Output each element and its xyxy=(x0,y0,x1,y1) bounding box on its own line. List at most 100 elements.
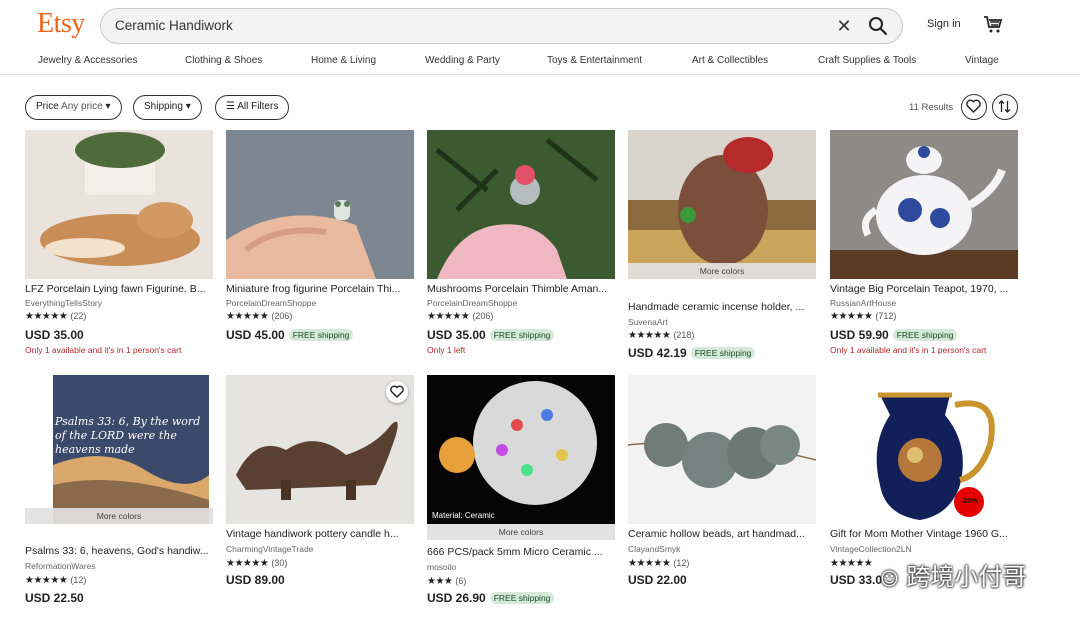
product-image[interactable] xyxy=(25,130,213,279)
rating: ★★★★★ (22) xyxy=(25,311,87,322)
rating: ★★★★★ (206) xyxy=(427,311,494,322)
discount-badge: -20% xyxy=(954,487,984,517)
heart-icon[interactable] xyxy=(961,94,987,120)
stars-icon: ★★★★★ xyxy=(25,575,68,586)
product-title[interactable]: 666 PCS/pack 5mm Micro Ceramic ... xyxy=(427,546,615,558)
product-card[interactable]: More colors Handmade ceramic incense hol… xyxy=(628,130,816,360)
shop-name: EverythingTellsStory xyxy=(25,298,103,308)
price: USD 42.19 FREE shipping xyxy=(628,346,756,360)
more-colors-label: More colors xyxy=(25,508,213,524)
shop-name: RussianArtHouse xyxy=(830,298,897,308)
etsy-logo[interactable]: Etsy xyxy=(37,8,85,40)
favorite-heart-icon[interactable] xyxy=(386,381,408,403)
product-image[interactable] xyxy=(226,375,414,524)
rating: ★★★★★ (206) xyxy=(226,311,293,322)
stars-icon: ★★★★★ xyxy=(25,311,68,322)
category-home[interactable]: Home & Living xyxy=(311,55,376,66)
search-bar[interactable]: Ceramic Handiwork ✕ xyxy=(100,8,903,44)
product-title[interactable]: Gift for Mom Mother Vintage 1960 G... xyxy=(830,528,1018,540)
price: USD 22.00 xyxy=(628,573,687,587)
stars-icon: ★★★★★ xyxy=(226,558,269,569)
product-card[interactable]: Material: Ceramic More colors 666 PCS/pa… xyxy=(427,375,615,610)
sign-in-link[interactable]: Sign in xyxy=(927,18,961,30)
product-title[interactable]: LFZ Porcelain Lying fawn Figurine. B... xyxy=(25,283,213,295)
rating: ★★★★★ (712) xyxy=(830,311,897,322)
product-card[interactable]: Miniature frog figurine Porcelain Thi...… xyxy=(226,130,414,360)
rating: ★★★★★ (218) xyxy=(628,330,695,341)
rating: ★★★★★ (30) xyxy=(226,558,288,569)
product-image[interactable] xyxy=(427,130,615,279)
search-input[interactable]: Ceramic Handiwork xyxy=(115,18,233,33)
product-title[interactable]: Handmade ceramic incense holder, ... xyxy=(628,301,816,313)
product-title[interactable]: Ceramic hollow beads, art handmad... xyxy=(628,528,816,540)
price-filter[interactable]: Price Any price ▾ xyxy=(25,95,122,120)
stars-icon: ★★★★★ xyxy=(628,558,671,569)
free-shipping-badge: FREE shipping xyxy=(489,329,555,341)
price: USD 45.00 FREE shipping xyxy=(226,328,354,342)
category-clothing[interactable]: Clothing & Shoes xyxy=(185,55,262,66)
free-shipping-badge: FREE shipping xyxy=(892,329,958,341)
category-craft[interactable]: Craft Supplies & Tools xyxy=(818,55,916,66)
caret-down-icon: ▾ xyxy=(105,101,111,112)
stars-icon: ★★★★★ xyxy=(830,311,873,322)
price: USD 33.0 xyxy=(830,573,883,587)
category-vintage[interactable]: Vintage xyxy=(965,55,999,66)
product-image[interactable]: Psalms 33: 6, By the word of the LORD we… xyxy=(25,375,213,524)
product-image[interactable]: Material: Ceramic xyxy=(427,375,615,524)
product-card[interactable]: Vintage handiwork pottery candle h... Ch… xyxy=(226,375,414,605)
results-count: 11 Results xyxy=(909,102,954,113)
availability-note: Only 1 available and it's in 1 person's … xyxy=(830,345,987,355)
category-wedding[interactable]: Wedding & Party xyxy=(425,55,500,66)
sort-icon[interactable] xyxy=(992,94,1018,120)
product-title[interactable]: Vintage handiwork pottery candle h... xyxy=(226,528,414,540)
sliders-icon: ☰ xyxy=(226,101,235,112)
shipping-filter[interactable]: Shipping ▾ xyxy=(133,95,202,120)
watermark: ☺ 跨境小付哥 xyxy=(880,563,1027,591)
shop-name: PorcelainDreamShoppe xyxy=(427,298,518,308)
caret-down-icon: ▾ xyxy=(185,101,191,112)
price: USD 22.50 xyxy=(25,591,84,605)
product-card[interactable]: Mushrooms Porcelain Thimble Aman... Porc… xyxy=(427,130,615,360)
site-header: Etsy Ceramic Handiwork ✕ Sign in xyxy=(0,0,1080,50)
more-colors-label: More colors xyxy=(628,263,816,279)
product-image[interactable] xyxy=(226,130,414,279)
price: USD 26.90 FREE shipping xyxy=(427,591,555,605)
product-image[interactable] xyxy=(628,375,816,524)
search-icon[interactable] xyxy=(867,15,889,37)
shop-name: ReformationWares xyxy=(25,561,96,571)
product-title[interactable]: Vintage Big Porcelain Teapot, 1970, ... xyxy=(830,283,1018,295)
category-jewelry[interactable]: Jewelry & Accessories xyxy=(38,55,137,66)
product-title[interactable]: Miniature frog figurine Porcelain Thi... xyxy=(226,283,414,295)
category-art[interactable]: Art & Collectibles xyxy=(692,55,768,66)
shop-name: CharmingVintageTrade xyxy=(226,544,314,554)
product-card[interactable]: LFZ Porcelain Lying fawn Figurine. B... … xyxy=(25,130,213,360)
wechat-icon: ☺ xyxy=(880,569,899,590)
close-icon[interactable]: ✕ xyxy=(834,16,854,36)
category-toys[interactable]: Toys & Entertainment xyxy=(547,55,642,66)
product-card[interactable]: Ceramic hollow beads, art handmad... Cla… xyxy=(628,375,816,605)
free-shipping-badge: FREE shipping xyxy=(690,347,756,359)
price: USD 59.90 FREE shipping xyxy=(830,328,958,342)
shop-name: PorcelainDreamShoppe xyxy=(226,298,317,308)
shop-name: SuvenaArt xyxy=(628,317,668,327)
stars-icon: ★★★ xyxy=(427,576,453,587)
shop-name: ClayandSmyk xyxy=(628,544,681,554)
all-filters-button[interactable]: ☰ All Filters xyxy=(215,95,290,120)
price: USD 89.00 xyxy=(226,573,285,587)
product-image[interactable]: More colors xyxy=(628,130,816,279)
product-title[interactable]: Mushrooms Porcelain Thimble Aman... xyxy=(427,283,615,295)
product-image[interactable]: -20% xyxy=(830,375,1018,524)
shop-name: mosoilo xyxy=(427,562,457,572)
product-title[interactable]: Psalms 33: 6, heavens, God's handiw... xyxy=(25,545,213,557)
price: USD 35.00 FREE shipping xyxy=(427,328,555,342)
stars-icon: ★★★★★ xyxy=(628,330,671,341)
product-card[interactable]: Vintage Big Porcelain Teapot, 1970, ... … xyxy=(830,130,1018,360)
product-card[interactable]: Psalms 33: 6, By the word of the LORD we… xyxy=(25,375,213,610)
free-shipping-badge: FREE shipping xyxy=(489,592,555,604)
product-image[interactable] xyxy=(830,130,1018,279)
cart-icon[interactable] xyxy=(983,14,1003,34)
availability-note: Only 1 left xyxy=(427,345,466,355)
category-nav: Jewelry & Accessories Clothing & Shoes H… xyxy=(0,53,1080,75)
more-colors-label: More colors xyxy=(427,524,615,540)
rating: ★★★★★ xyxy=(830,558,875,569)
